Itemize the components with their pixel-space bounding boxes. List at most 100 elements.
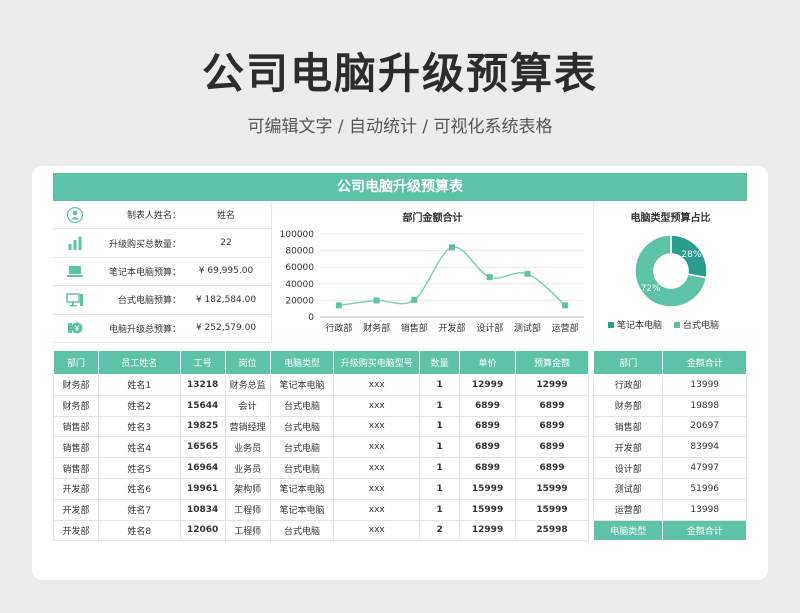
table-cell[interactable]: 开发部 — [53, 519, 99, 542]
table-cell[interactable]: 12060 — [179, 519, 226, 542]
table-cell[interactable]: 业务员 — [224, 436, 271, 459]
table-cell[interactable]: 51996 — [662, 477, 747, 500]
column-header[interactable]: 数量 — [419, 350, 461, 375]
table-cell[interactable]: 6899 — [515, 415, 589, 438]
table-cell[interactable]: 台式电脑 — [269, 436, 335, 459]
table-cell[interactable]: 销售部 — [53, 436, 99, 459]
table-cell[interactable]: xxx — [333, 498, 421, 521]
table-cell[interactable]: 开发部 — [592, 436, 664, 459]
table-cell[interactable]: 20697 — [662, 415, 747, 438]
column-header[interactable]: 部门 — [53, 350, 99, 375]
table-cell[interactable]: 姓名2 — [97, 394, 181, 417]
table-cell[interactable]: xxx — [333, 477, 421, 500]
table-cell[interactable]: 16565 — [179, 436, 226, 459]
table-cell[interactable]: 设计部 — [592, 457, 664, 479]
table-cell[interactable]: 2 — [419, 519, 461, 542]
table-cell[interactable]: 1 — [419, 477, 461, 500]
table-cell[interactable]: 姓名5 — [97, 457, 181, 479]
table-cell[interactable]: 金额合计 — [662, 519, 747, 542]
table-cell[interactable]: 6899 — [459, 457, 517, 479]
column-header[interactable]: 工号 — [179, 350, 226, 375]
table-cell[interactable]: 15999 — [515, 498, 589, 521]
column-header[interactable]: 员工姓名 — [97, 350, 181, 375]
table-cell[interactable]: 财务总监 — [224, 374, 271, 396]
table-cell[interactable]: 工程师 — [224, 498, 271, 521]
table-cell[interactable]: 销售部 — [53, 415, 99, 438]
table-cell[interactable]: 15644 — [179, 394, 226, 417]
table-cell[interactable]: 开发部 — [53, 477, 99, 500]
table-cell[interactable]: 6899 — [459, 415, 517, 438]
table-cell[interactable]: 13218 — [179, 374, 226, 396]
table-cell[interactable]: 1 — [419, 394, 461, 417]
table-cell[interactable]: 姓名6 — [97, 477, 181, 500]
table-cell[interactable]: xxx — [333, 374, 421, 396]
table-cell[interactable]: 6899 — [459, 436, 517, 459]
column-header[interactable]: 预算金额 — [515, 350, 589, 375]
table-cell[interactable]: 6899 — [515, 436, 589, 459]
table-cell[interactable]: 1 — [419, 374, 461, 396]
column-header[interactable]: 金额合计 — [662, 350, 747, 375]
table-cell[interactable]: 会计 — [224, 394, 271, 417]
bar-chart-icon — [53, 235, 97, 251]
table-cell[interactable]: 12999 — [459, 519, 517, 542]
table-cell[interactable]: 电脑类型 — [592, 519, 664, 542]
table-cell[interactable]: 运营部 — [592, 498, 664, 521]
table-cell[interactable]: 业务员 — [224, 457, 271, 479]
table-cell[interactable]: xxx — [333, 519, 421, 542]
table-cell[interactable]: 47997 — [662, 457, 747, 479]
table-cell[interactable]: 1 — [419, 436, 461, 459]
table-cell[interactable]: 姓名7 — [97, 498, 181, 521]
column-header[interactable]: 单价 — [459, 350, 517, 375]
table-cell[interactable]: 行政部 — [592, 374, 664, 396]
table-cell[interactable]: 财务部 — [53, 374, 99, 396]
table-cell[interactable]: 19961 — [179, 477, 226, 500]
table-cell[interactable]: 25998 — [515, 519, 589, 542]
table-cell[interactable]: xxx — [333, 457, 421, 479]
table-cell[interactable]: 12999 — [459, 374, 517, 396]
table-cell[interactable]: 姓名1 — [97, 374, 181, 396]
table-cell[interactable]: 财务部 — [53, 394, 99, 417]
column-header[interactable]: 部门 — [592, 350, 664, 375]
table-cell[interactable]: 19898 — [662, 394, 747, 417]
table-cell[interactable]: 15999 — [515, 477, 589, 500]
table-cell[interactable]: 财务部 — [592, 394, 664, 417]
table-cell[interactable]: 6899 — [459, 394, 517, 417]
table-cell[interactable]: xxx — [333, 436, 421, 459]
table-cell[interactable]: 台式电脑 — [269, 519, 335, 542]
table-cell[interactable]: 台式电脑 — [269, 415, 335, 438]
table-cell[interactable]: 销售部 — [53, 457, 99, 479]
table-cell[interactable]: 营销经理 — [224, 415, 271, 438]
table-cell[interactable]: 台式电脑 — [269, 457, 335, 479]
table-cell[interactable]: 台式电脑 — [269, 394, 335, 417]
table-cell[interactable]: xxx — [333, 394, 421, 417]
table-cell[interactable]: 姓名8 — [97, 519, 181, 542]
column-header[interactable]: 电脑类型 — [269, 350, 335, 375]
table-cell[interactable]: 笔记本电脑 — [269, 498, 335, 521]
table-cell[interactable]: 19825 — [179, 415, 226, 438]
table-cell[interactable]: 笔记本电脑 — [269, 374, 335, 396]
table-cell[interactable]: 15999 — [459, 477, 517, 500]
table-cell[interactable]: 12999 — [515, 374, 589, 396]
table-cell[interactable]: 6899 — [515, 457, 589, 479]
table-cell[interactable]: 1 — [419, 498, 461, 521]
table-cell[interactable]: 架构师 — [224, 477, 271, 500]
table-cell[interactable]: 开发部 — [53, 498, 99, 521]
table-cell[interactable]: 83994 — [662, 436, 747, 459]
table-cell[interactable]: 13999 — [662, 374, 747, 396]
table-cell[interactable]: 姓名4 — [97, 436, 181, 459]
table-cell[interactable]: 15999 — [459, 498, 517, 521]
column-header[interactable]: 升级购买电脑型号 — [333, 350, 421, 375]
table-cell[interactable]: 1 — [419, 457, 461, 479]
table-cell[interactable]: 10834 — [179, 498, 226, 521]
table-cell[interactable]: 13998 — [662, 498, 747, 521]
table-cell[interactable]: 测试部 — [592, 477, 664, 500]
table-cell[interactable]: 笔记本电脑 — [269, 477, 335, 500]
column-header[interactable]: 岗位 — [224, 350, 271, 375]
table-cell[interactable]: 工程师 — [224, 519, 271, 542]
table-cell[interactable]: 1 — [419, 415, 461, 438]
table-cell[interactable]: 销售部 — [592, 415, 664, 438]
table-cell[interactable]: 16964 — [179, 457, 226, 479]
table-cell[interactable]: 姓名3 — [97, 415, 181, 438]
table-cell[interactable]: 6899 — [515, 394, 589, 417]
table-cell[interactable]: xxx — [333, 415, 421, 438]
